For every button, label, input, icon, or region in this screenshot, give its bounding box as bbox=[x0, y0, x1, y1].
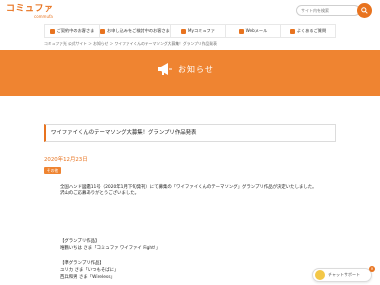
home-icon bbox=[100, 28, 106, 34]
chat-support-label: チャットサポート bbox=[328, 272, 360, 277]
logo-sub-text: commufa bbox=[34, 14, 53, 19]
mascot-icon bbox=[315, 270, 325, 280]
user-icon bbox=[49, 28, 55, 34]
article-line: 【準グランプリ作品】 bbox=[60, 261, 104, 266]
commufa-logo[interactable]: コミュファ commufa bbox=[6, 4, 54, 19]
gnav-label: ご契約中のお客さま bbox=[56, 28, 95, 33]
search-button[interactable] bbox=[357, 3, 372, 18]
gnav-item-prospective-customers[interactable]: お申し込みをご検討中のお客さま bbox=[100, 25, 171, 37]
gnav-item-webmail[interactable]: Webメール bbox=[226, 25, 281, 37]
global-nav: ご契約中のお客さま お申し込みをご検討中のお客さま Myコミュファ Webメール… bbox=[44, 24, 337, 38]
gnav-item-my-commufa[interactable]: Myコミュファ bbox=[171, 25, 226, 37]
article-date: 2020年12月23日 bbox=[44, 157, 88, 163]
gnav-item-current-customers[interactable]: ご契約中のお客さま bbox=[44, 25, 101, 37]
my-icon bbox=[180, 28, 186, 34]
article-line: 全国ハンド図鑑11号（2020年1月下旬発刊）にて募集の「ワイファイくんのテーマ… bbox=[60, 185, 317, 190]
page-hero: お知らせ bbox=[0, 50, 380, 96]
breadcrumb[interactable]: コミュファ光 公式サイト ＞ お知らせ ＞ ワイファイくんのテーマソング大募集！… bbox=[44, 41, 217, 47]
article-line: 【グランプリ作品】 bbox=[60, 239, 100, 244]
article-line: 西兵和男 さま「Wireless」 bbox=[60, 275, 115, 280]
gnav-label: Webメール bbox=[245, 28, 268, 33]
category-badge: その他 bbox=[44, 167, 61, 174]
gnav-label: お申し込みをご検討中のお客さま bbox=[107, 28, 170, 33]
chat-support-button[interactable]: チャットサポート × bbox=[312, 266, 375, 282]
search-input[interactable] bbox=[296, 5, 360, 16]
article-line: 唯鶴いちは さま「コミュファ ワイファイ Fight!」 bbox=[60, 246, 161, 251]
article-line: 沢山のご応募ありがとうございました。 bbox=[60, 191, 140, 196]
gnav-item-faq[interactable]: よくあるご質問 bbox=[281, 25, 337, 37]
mail-icon bbox=[238, 28, 244, 34]
site-header: コミュファ commufa bbox=[0, 0, 380, 24]
gnav-label: よくあるご質問 bbox=[296, 28, 327, 33]
article-line: ユリカ さま「いつもそばに」 bbox=[60, 268, 119, 273]
logo-main-text: コミュファ bbox=[6, 4, 54, 14]
megaphone-icon bbox=[158, 63, 172, 75]
article-title: ワイファイくんのテーマソング大募集！グランプリ作品発表 bbox=[44, 124, 336, 142]
search-icon bbox=[361, 7, 368, 14]
close-icon[interactable]: × bbox=[369, 266, 375, 272]
hero-heading: お知らせ bbox=[158, 63, 214, 75]
page-title: お知らせ bbox=[178, 64, 214, 74]
gnav-label: Myコミュファ bbox=[187, 28, 215, 33]
question-icon bbox=[289, 28, 295, 34]
